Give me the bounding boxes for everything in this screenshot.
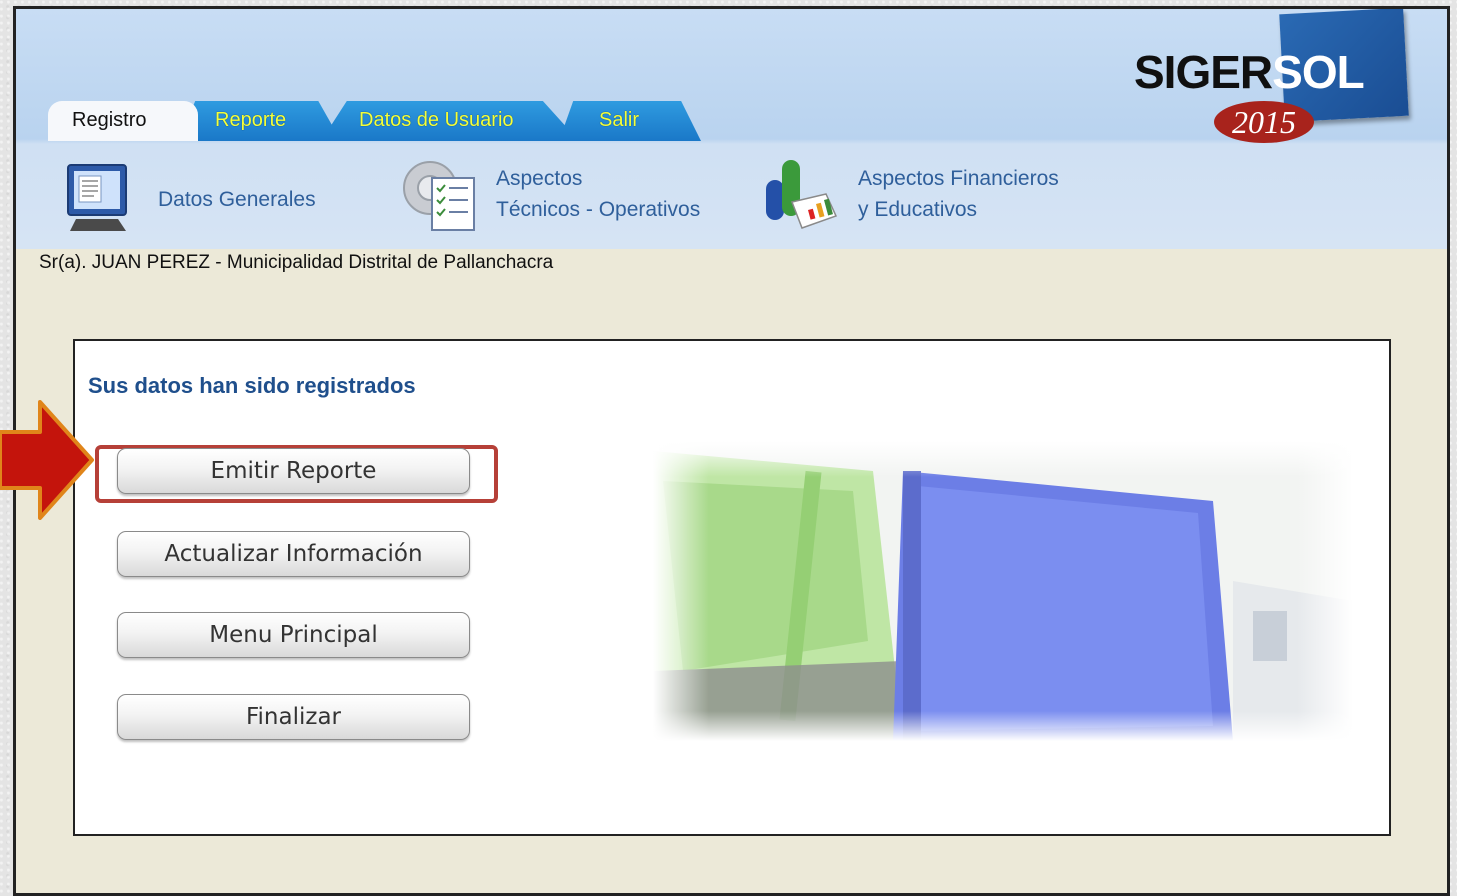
pointer-arrow-icon: [0, 400, 94, 520]
menu-principal-button[interactable]: Menu Principal: [117, 612, 470, 658]
nav-aspectos-tecnicos-line2: Técnicos - Operativos: [496, 198, 701, 221]
tab-datos-de-usuario[interactable]: Datos de Usuario: [321, 101, 579, 141]
tab-reporte[interactable]: Reporte: [179, 101, 341, 141]
panel-title: Sus datos han sido registrados: [88, 373, 416, 398]
nav-aspectos-financieros[interactable]: Aspectos Financieros y Educativos: [756, 154, 1059, 234]
actualizar-informacion-button[interactable]: Actualizar Información: [117, 531, 470, 577]
finalizar-button[interactable]: Finalizar: [117, 694, 470, 740]
logo-name-light: SOL: [1272, 46, 1365, 98]
sigersol-logo: SIGERSOL 2015: [1124, 9, 1412, 144]
gear-checklist-icon: [394, 154, 482, 234]
app-window: Registro Reporte Datos de Usuario Salir …: [13, 6, 1450, 896]
garbage-truck-image: [653, 441, 1353, 741]
nav-aspectos-tecnicos[interactable]: Aspectos Técnicos - Operativos: [394, 154, 700, 234]
nav-aspectos-tecnicos-line1: Aspectos: [496, 167, 583, 190]
nav-aspectos-financieros-line2: y Educativos: [858, 198, 978, 221]
nav-aspectos-tecnicos-label: Aspectos Técnicos - Operativos: [496, 163, 700, 225]
nav-aspectos-financieros-line1: Aspectos Financieros: [858, 167, 1059, 190]
nav-datos-generales[interactable]: Datos Generales: [56, 159, 316, 239]
finance-chart-icon: [756, 154, 844, 234]
user-greeting: Sr(a). JUAN PEREZ - Municipalidad Distri…: [39, 252, 554, 273]
logo-year: 2015: [1214, 101, 1314, 143]
emitir-reporte-button[interactable]: Emitir Reporte: [117, 448, 470, 494]
confirmation-panel: Sus datos han sido registrados Emitir Re…: [73, 339, 1391, 836]
tab-registro[interactable]: Registro: [48, 101, 198, 141]
logo-text: SIGERSOL: [1134, 45, 1365, 99]
nav-aspectos-financieros-label: Aspectos Financieros y Educativos: [858, 163, 1059, 225]
computer-icon: [56, 159, 144, 239]
nav-datos-generales-label: Datos Generales: [158, 187, 316, 211]
tab-salir[interactable]: Salir: [559, 101, 701, 141]
logo-name-dark: SIGER: [1134, 46, 1273, 98]
